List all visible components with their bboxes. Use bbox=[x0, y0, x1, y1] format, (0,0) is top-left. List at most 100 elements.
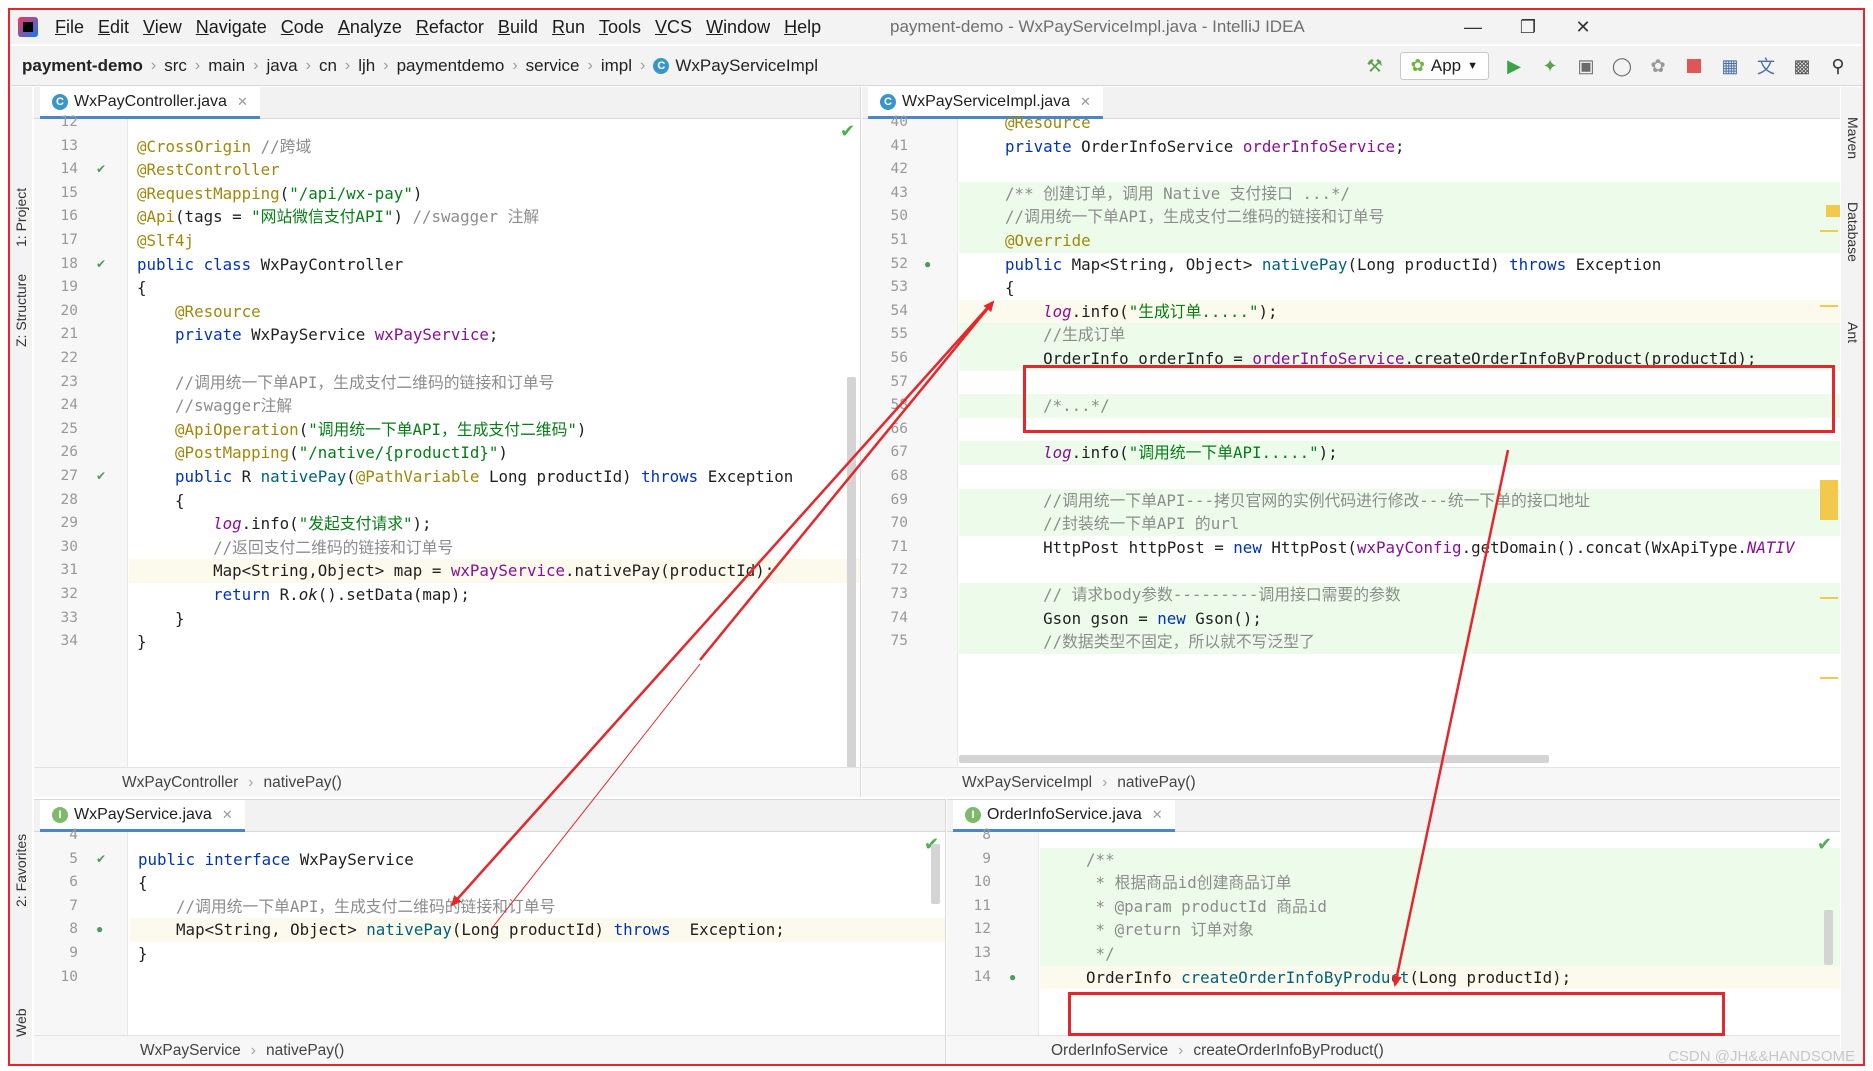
code-line[interactable]: //调用统一下单API---拷贝官网的实例代码进行修改---统一下单的接口地址 bbox=[959, 488, 1840, 513]
menu-help[interactable]: Help bbox=[777, 17, 828, 38]
code-line[interactable]: @Slf4j bbox=[129, 229, 860, 253]
close-tab-icon[interactable]: ✕ bbox=[222, 807, 233, 823]
code-line[interactable] bbox=[1040, 824, 1840, 848]
web-tool-tab[interactable]: Web bbox=[13, 1008, 29, 1037]
menu-window[interactable]: Window bbox=[699, 17, 777, 38]
close-tab-icon[interactable]: ✕ bbox=[1152, 807, 1163, 823]
project-structure-icon[interactable]: ▦ bbox=[1719, 55, 1741, 77]
code-line[interactable]: //调用统一下单API，生成支付二维码的链接和订单号 bbox=[129, 371, 860, 395]
code-line[interactable]: /** 创建订单，调用 Native 支付接口 ...*/ bbox=[959, 181, 1840, 206]
menu-tools[interactable]: Tools bbox=[592, 17, 648, 38]
code-line[interactable]: private WxPayService wxPayService; bbox=[129, 323, 860, 347]
annotation-marker[interactable] bbox=[1820, 677, 1838, 679]
code-area[interactable]: @Resource private OrderInfoService order… bbox=[959, 113, 1840, 767]
favorites-tool-tab[interactable]: 2: Favorites bbox=[13, 834, 29, 907]
code-line[interactable]: } bbox=[130, 942, 945, 966]
code-line[interactable]: { bbox=[130, 871, 945, 895]
gutter-marker-icon[interactable]: ● bbox=[924, 257, 931, 271]
menu-refactor[interactable]: Refactor bbox=[409, 17, 491, 38]
nav-crumb[interactable]: C WxPayServiceImpl bbox=[653, 56, 818, 76]
code-line[interactable]: { bbox=[959, 276, 1840, 300]
nav-crumb[interactable]: java bbox=[266, 56, 297, 76]
vertical-scrollbar[interactable] bbox=[1824, 910, 1833, 965]
code-line[interactable]: // 请求body参数---------调用接口需要的参数 bbox=[959, 583, 1840, 607]
code-line[interactable]: * 根据商品id创建商品订单 bbox=[1040, 871, 1840, 895]
code-breadcrumb-item[interactable]: createOrderInfoByProduct() bbox=[1193, 1042, 1383, 1060]
code-line[interactable]: public Map<String, Object> nativePay(Lon… bbox=[959, 253, 1840, 277]
code-line[interactable]: OrderInfo createOrderInfoByProduct(Long … bbox=[1040, 965, 1840, 990]
code-line[interactable] bbox=[959, 465, 1840, 489]
code-line[interactable]: @Override bbox=[959, 229, 1840, 253]
search-icon[interactable]: ⚲ bbox=[1827, 55, 1849, 77]
code-line[interactable]: /*...*/ bbox=[959, 394, 1840, 418]
close-tab-icon[interactable]: ✕ bbox=[1080, 94, 1091, 110]
code-line[interactable]: //生成订单 bbox=[959, 323, 1840, 347]
code-line[interactable]: @RestController bbox=[129, 158, 860, 182]
code-line[interactable] bbox=[129, 111, 860, 135]
code-breadcrumb-item[interactable]: nativePay() bbox=[1117, 774, 1195, 792]
code-line[interactable]: * @return 订单对象 bbox=[1040, 918, 1840, 942]
code-line[interactable]: { bbox=[129, 276, 860, 300]
attach-debugger-icon[interactable]: ✿ bbox=[1647, 55, 1669, 77]
code-line[interactable]: //调用统一下单API，生成支付二维码的链接和订单号 bbox=[959, 205, 1840, 229]
code-line[interactable]: public class WxPayController bbox=[129, 253, 860, 277]
run-configuration-select[interactable]: ✿ App ▼ bbox=[1399, 52, 1489, 80]
project-tool-tab[interactable]: 1: Project bbox=[13, 188, 29, 247]
menu-run[interactable]: Run bbox=[545, 17, 592, 38]
ant-tool-tab[interactable]: Ant bbox=[1845, 322, 1861, 343]
code-line[interactable]: public interface WxPayService bbox=[130, 848, 945, 872]
presentation-icon[interactable]: ▩ bbox=[1791, 55, 1813, 77]
code-breadcrumb-item[interactable]: WxPayController bbox=[122, 774, 238, 792]
code-line[interactable]: //返回支付二维码的链接和订单号 bbox=[129, 536, 860, 560]
restore-button[interactable]: ❐ bbox=[1505, 14, 1551, 40]
build-hammer-icon[interactable]: ⚒ bbox=[1364, 55, 1386, 77]
code-line[interactable]: /** bbox=[1040, 847, 1840, 872]
code-line[interactable]: //数据类型不固定，所以就不写泛型了 bbox=[959, 630, 1840, 654]
gutter-marker-icon[interactable]: ✔ bbox=[96, 852, 106, 866]
menu-navigate[interactable]: Navigate bbox=[189, 17, 274, 38]
gutter-marker-icon[interactable]: ● bbox=[96, 922, 103, 936]
code-line[interactable]: //swagger注解 bbox=[129, 394, 860, 418]
code-line[interactable] bbox=[129, 347, 860, 371]
run-icon[interactable]: ▶ bbox=[1503, 55, 1525, 77]
gutter-marker-icon[interactable]: ✔ bbox=[96, 257, 106, 271]
close-button[interactable]: ✕ bbox=[1560, 14, 1606, 40]
code-line[interactable]: //调用统一下单API，生成支付二维码的链接和订单号 bbox=[130, 895, 945, 919]
code-line[interactable]: private OrderInfoService orderInfoServic… bbox=[959, 135, 1840, 159]
menu-analyze[interactable]: Analyze bbox=[331, 17, 409, 38]
code-breadcrumb-item[interactable]: nativePay() bbox=[263, 774, 341, 792]
profile-icon[interactable]: ◯ bbox=[1611, 55, 1633, 77]
close-tab-icon[interactable]: ✕ bbox=[237, 94, 248, 110]
nav-crumb[interactable]: service bbox=[526, 56, 580, 76]
nav-crumb[interactable]: src bbox=[164, 56, 187, 76]
warning-marker[interactable] bbox=[1826, 205, 1840, 217]
gutter-marker-icon[interactable]: ● bbox=[1009, 970, 1016, 984]
database-tool-tab[interactable]: Database bbox=[1845, 202, 1861, 262]
menu-code[interactable]: Code bbox=[274, 17, 331, 38]
menu-view[interactable]: View bbox=[136, 17, 189, 38]
menu-edit[interactable]: Edit bbox=[91, 17, 136, 38]
code-area[interactable]: /** * 根据商品id创建商品订单 * @param productId 商品… bbox=[1040, 832, 1840, 1035]
code-breadcrumb-item[interactable]: WxPayServiceImpl bbox=[962, 774, 1092, 792]
code-line[interactable]: public R nativePay(@PathVariable Long pr… bbox=[129, 465, 860, 489]
vertical-scrollbar[interactable] bbox=[931, 844, 940, 904]
gutter-marker-icon[interactable]: ✔ bbox=[96, 469, 106, 483]
code-breadcrumb-item[interactable]: OrderInfoService bbox=[1051, 1042, 1168, 1060]
nav-crumb[interactable]: paymentdemo bbox=[397, 56, 505, 76]
menu-vcs[interactable]: VCS bbox=[648, 17, 699, 38]
vertical-scrollbar[interactable] bbox=[847, 377, 856, 777]
code-line[interactable]: @ApiOperation("调用统一下单API，生成支付二维码") bbox=[129, 418, 860, 442]
code-line[interactable] bbox=[959, 371, 1840, 395]
gutter-marker-icon[interactable]: ✔ bbox=[96, 162, 106, 176]
nav-crumb[interactable]: impl bbox=[601, 56, 632, 76]
code-line[interactable] bbox=[130, 966, 945, 990]
nav-crumb[interactable]: cn bbox=[319, 56, 337, 76]
nav-crumb[interactable]: payment-demo bbox=[22, 56, 143, 76]
code-line[interactable]: @Resource bbox=[129, 300, 860, 324]
annotation-marker[interactable] bbox=[1820, 230, 1838, 232]
annotation-marker[interactable] bbox=[1820, 305, 1838, 307]
code-line[interactable]: log.info("调用统一下单API....."); bbox=[959, 441, 1840, 465]
code-line[interactable]: * @param productId 商品id bbox=[1040, 894, 1840, 919]
maven-tool-tab[interactable]: Maven bbox=[1845, 117, 1861, 159]
code-line[interactable]: @Api(tags = "网站微信支付API") //swagger 注解 bbox=[129, 205, 860, 229]
